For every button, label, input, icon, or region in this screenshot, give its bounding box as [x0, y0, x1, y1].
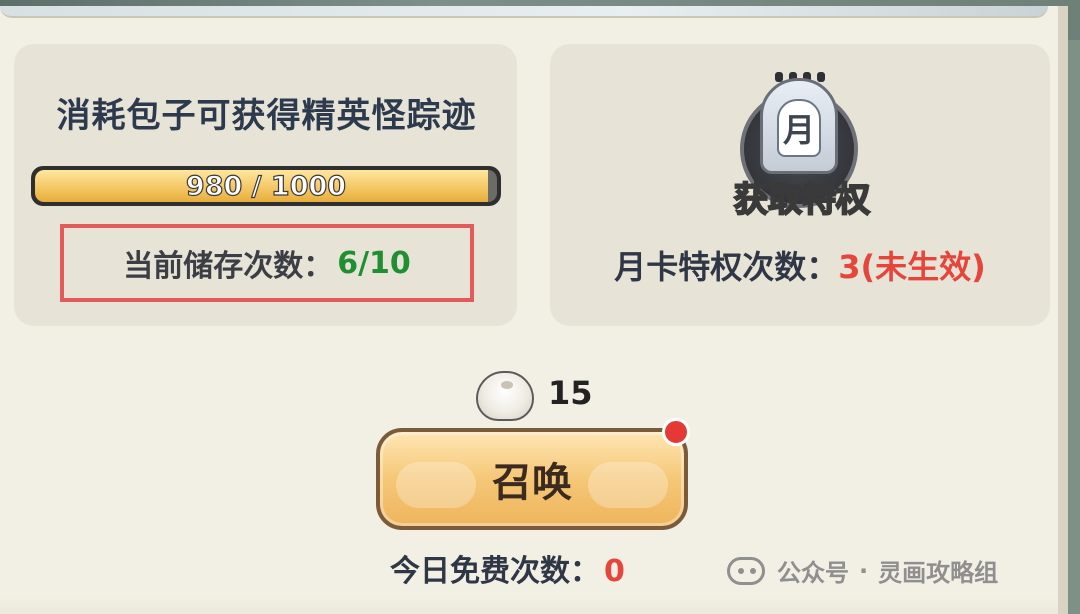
bun-icon [476, 371, 534, 421]
watermark-author: 灵画攻略组 [878, 559, 999, 587]
monthly-privilege-count: 月卡特权次数：3(未生效) [550, 242, 1050, 288]
cloud-decoration-icon [396, 462, 476, 508]
free-count-label: 今日免费次数： [390, 554, 600, 589]
notification-dot-icon [662, 418, 690, 446]
progress-inner: 980 / 1000 [35, 170, 497, 202]
elite-progress-bar: 980 / 1000 [31, 166, 501, 206]
bun-count: 15 [548, 374, 593, 412]
monthly-crest-char: 月 [777, 99, 821, 157]
storage-count-value: 6/10 [337, 245, 411, 281]
watermark-separator: · [859, 556, 869, 585]
storage-count-highlight: 当前储存次数： 6/10 [60, 224, 474, 302]
summon-button-label: 召唤 [492, 460, 572, 506]
bun-top-icon [501, 381, 513, 389]
wechat-icon [727, 556, 765, 585]
get-privilege-button[interactable]: 获取特权 [722, 172, 882, 221]
elite-trace-title: 消耗包子可获得精英怪踪迹 [56, 96, 477, 136]
watermark: 公众号 · 灵画攻略组 [727, 553, 998, 588]
monthly-crest-icon[interactable]: 月 [760, 78, 838, 174]
cloud-decoration-icon [588, 462, 668, 508]
monthly-privilege-label: 月卡特权次数： [614, 248, 839, 286]
storage-count-label: 当前储存次数： [123, 249, 334, 284]
free-count-line: 今日免费次数： 0 [390, 546, 690, 590]
watermark-text: 公众号 [777, 559, 849, 587]
monthly-privilege-value: 3(未生效) [838, 248, 986, 286]
progress-text: 980 / 1000 [185, 170, 347, 202]
free-count-value: 0 [604, 554, 625, 589]
top-banner [0, 6, 1048, 18]
summon-button[interactable]: 召唤 [376, 428, 688, 530]
